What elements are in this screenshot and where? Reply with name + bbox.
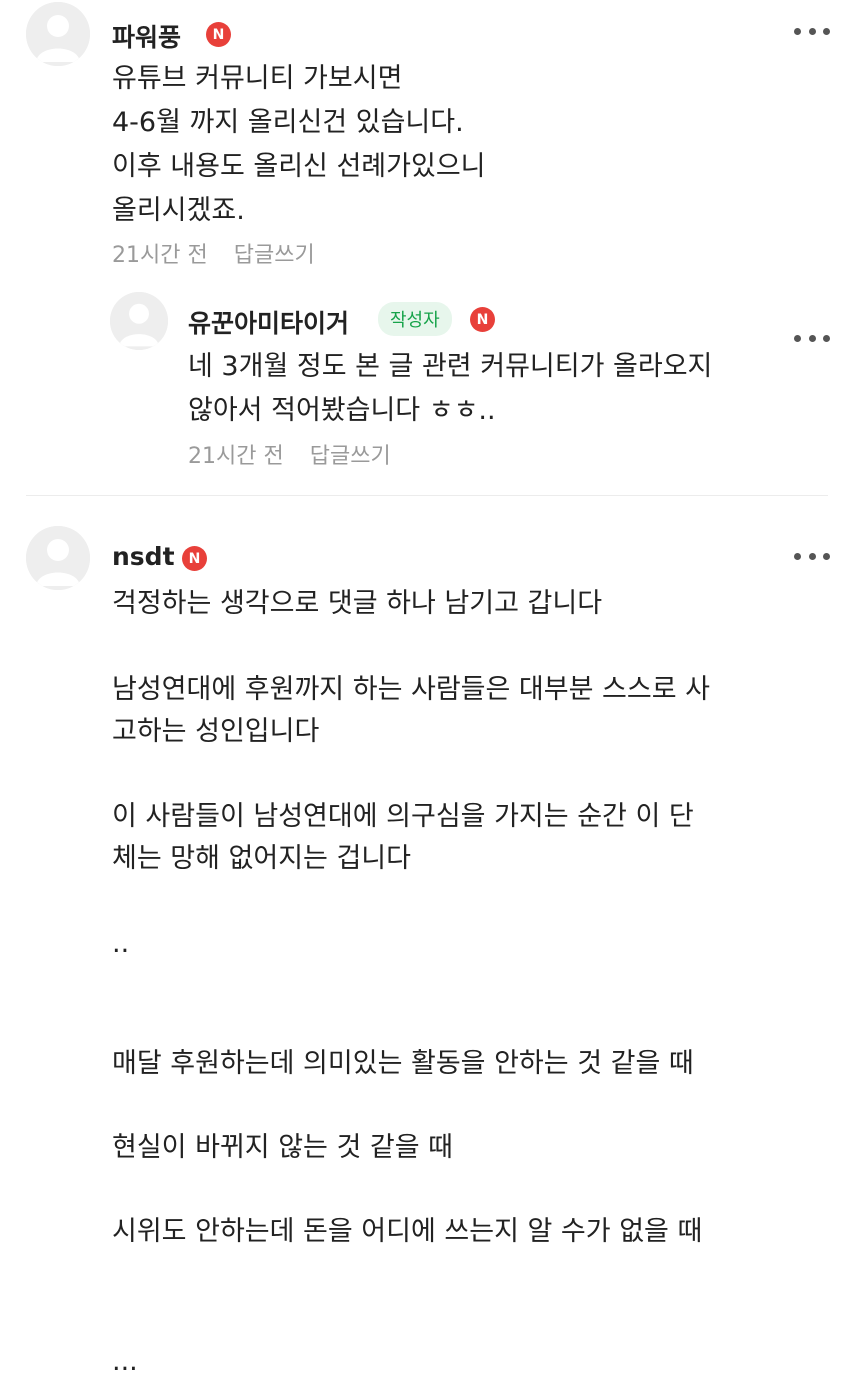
comment-text-line: 시위도 안하는데 돈을 어디에 쓰는지 알 수가 없을 때 — [112, 1216, 703, 1247]
comment-nickname[interactable]: 파워풍 — [112, 18, 181, 54]
reply-time: 21시간 전 — [188, 444, 284, 469]
default-profile-icon — [26, 526, 90, 590]
comment-text-line: .. — [112, 928, 130, 959]
comment-text-line: ... — [112, 1346, 138, 1377]
comment-meta: 21시간 전 답글쓰기 — [112, 237, 315, 269]
reply-text-line: 않아서 적어봤습니다 ㅎㅎ.. — [188, 395, 496, 426]
new-badge: N — [470, 307, 495, 332]
new-badge: N — [206, 22, 231, 47]
more-options-icon[interactable] — [794, 332, 830, 344]
avatar[interactable] — [110, 292, 168, 350]
avatar[interactable] — [26, 526, 90, 590]
comment-text-line: 걱정하는 생각으로 댓글 하나 남기고 갑니다 — [112, 588, 603, 619]
comment-text-line: 체는 망해 없어지는 겁니다 — [112, 843, 411, 874]
reply-text-line: 네 3개월 정도 본 글 관련 커뮤니티가 올라오지 — [188, 351, 713, 382]
reply-text: 네 3개월 정도 본 글 관련 커뮤니티가 올라오지 않아서 적어봤습니다 ㅎㅎ… — [188, 345, 712, 433]
reply-button[interactable]: 답글쓰기 — [310, 444, 391, 469]
reply-button[interactable]: 답글쓰기 — [234, 243, 315, 268]
default-profile-icon — [26, 2, 90, 66]
author-tag: 작성자 — [378, 302, 452, 336]
comment-text-line: 현실이 바뀌지 않는 것 같을 때 — [112, 1132, 453, 1163]
comment-text: 유튜브 커뮤니티 가보시면 4-6월 까지 올리신건 있습니다. 이후 내용도 … — [112, 57, 486, 233]
comment-text-line: 4-6월 까지 올리신건 있습니다. — [112, 107, 464, 138]
more-options-icon[interactable] — [794, 550, 830, 562]
more-options-icon[interactable] — [794, 25, 830, 37]
default-profile-icon — [110, 292, 168, 350]
comment-time: 21시간 전 — [112, 243, 208, 268]
comment-text-line: 올리시겠죠. — [112, 195, 245, 226]
comment-text-line: 유튜브 커뮤니티 가보시면 — [112, 63, 403, 94]
comment-text-line: 남성연대에 후원까지 하는 사람들은 대부분 스스로 사 — [112, 674, 710, 705]
comment-text-line: 매달 후원하는데 의미있는 활동을 안하는 것 같을 때 — [112, 1048, 694, 1079]
comment-divider — [26, 495, 828, 496]
new-badge: N — [182, 546, 207, 571]
avatar[interactable] — [26, 2, 90, 66]
comment-text-line: 고하는 성인입니다 — [112, 716, 320, 747]
reply-nickname[interactable]: 유꾼아미타이거 — [188, 304, 349, 340]
comment-text-line: 이후 내용도 올리신 선례가있으니 — [112, 151, 486, 182]
reply-meta: 21시간 전 답글쓰기 — [188, 438, 391, 470]
comment-text-line: 이 사람들이 남성연대에 의구심을 가지는 순간 이 단 — [112, 801, 694, 832]
comment-nickname[interactable]: nsdt — [112, 542, 175, 571]
